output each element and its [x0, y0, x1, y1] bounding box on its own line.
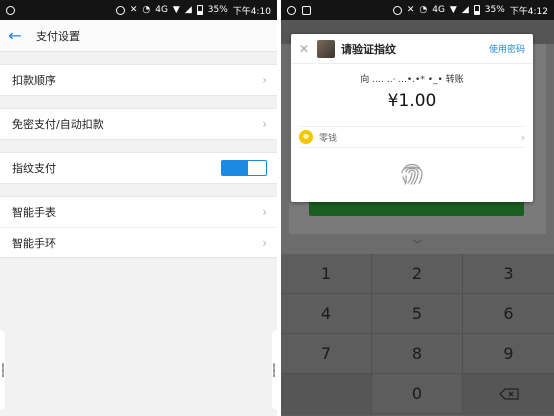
fingerprint-icon	[401, 163, 423, 185]
avatar	[317, 39, 335, 58]
status-bar: ✕ ◔ 4G ▼ ◢ 35% 下午4:10	[0, 0, 277, 20]
key-5[interactable]: 5	[372, 294, 463, 334]
recipient-name-masked: …. ..· ...•.•* •_•	[372, 75, 443, 85]
key-2[interactable]: 2	[372, 254, 463, 294]
toggle-on-indicator	[222, 161, 248, 175]
row-label: 扣款顺序	[12, 74, 56, 87]
mute-icon: ✕	[406, 4, 415, 15]
alarm-icon: ◔	[419, 4, 428, 15]
app-status-icon	[287, 5, 296, 15]
page-title: 支付设置	[36, 29, 80, 43]
row-label: 指纹支付	[12, 162, 56, 175]
close-icon[interactable]: ✕	[299, 42, 311, 56]
row-deduct-order[interactable]: 扣款顺序 ›	[0, 65, 277, 95]
group-deduct-order: 扣款顺序 ›	[0, 64, 277, 96]
key-8[interactable]: 8	[372, 334, 463, 374]
alarm-icon: ◔	[142, 4, 151, 15]
payment-method-label: 零钱	[319, 133, 338, 144]
row-label: 免密支付/自动扣款	[12, 118, 104, 131]
chevron-right-icon: ›	[262, 117, 267, 131]
key-7[interactable]: 7	[281, 334, 372, 374]
row-password-free[interactable]: 免密支付/自动扣款 ›	[0, 109, 277, 139]
dialog-header: ✕ 请验证指纹 使用密码	[291, 34, 533, 64]
handle-dots-icon	[273, 363, 275, 377]
signal-icon: ◢	[184, 4, 192, 15]
recipient-suffix: 转账	[445, 75, 464, 85]
status-bar: ✕ ◔ 4G ▼ ◢ 35% 下午4:12	[281, 0, 554, 20]
back-arrow-icon[interactable]: ←	[0, 20, 30, 52]
chevron-right-icon: ›	[262, 205, 267, 219]
key-4[interactable]: 4	[281, 294, 372, 334]
fingerprint-dialog: ✕ 请验证指纹 使用密码 向 …. ..· ...•.•* •_• 转账 ¥1.…	[291, 34, 533, 202]
fingerprint-verify-screen: ✕ ◔ 4G ▼ ◢ 35% 下午4:12 ﹀ 1 2 3 4 5 6 7 8 …	[281, 0, 554, 416]
key-6[interactable]: 6	[463, 294, 554, 334]
group-password-free: 免密支付/自动扣款 ›	[0, 108, 277, 140]
payment-method-row[interactable]: 零钱 ›	[299, 126, 525, 148]
row-label: 智能手环	[12, 236, 56, 250]
group-wearables: 智能手表 › 智能手环 ›	[0, 196, 277, 258]
key-1[interactable]: 1	[281, 254, 372, 294]
key-3[interactable]: 3	[463, 254, 554, 294]
key-0[interactable]: 0	[372, 374, 463, 414]
number-keypad: 1 2 3 4 5 6 7 8 9 0	[281, 254, 554, 416]
app-header: ← 支付设置	[0, 20, 277, 52]
mute-icon: ✕	[129, 4, 138, 15]
transfer-amount: ¥1.00	[387, 91, 437, 111]
use-password-link[interactable]: 使用密码	[489, 42, 525, 55]
keyboard-collapse-chevron-icon[interactable]: ﹀	[281, 236, 554, 251]
backspace-icon	[498, 387, 519, 400]
group-fingerprint: 指纹支付	[0, 152, 277, 184]
row-label: 智能手表	[12, 206, 56, 219]
do-not-disturb-icon	[392, 5, 402, 15]
chevron-right-icon: ›	[520, 130, 525, 144]
network-type: 4G	[432, 4, 445, 15]
dialog-title: 请验证指纹	[341, 42, 396, 56]
battery-icon	[196, 5, 203, 15]
battery-icon	[473, 5, 480, 15]
image-icon	[302, 5, 311, 15]
chevron-right-icon: ›	[262, 235, 267, 250]
clock: 下午4:10	[232, 6, 271, 17]
recipient-line: 向 …. ..· ...•.•* •_• 转账	[291, 72, 533, 85]
battery-level: 35%	[484, 5, 505, 15]
coin-icon	[299, 130, 313, 144]
fingerprint-area	[291, 158, 533, 188]
key-blank	[281, 374, 372, 414]
clock: 下午4:12	[509, 6, 548, 17]
row-smart-band[interactable]: 智能手环 ›	[0, 227, 277, 257]
chevron-right-icon: ›	[262, 73, 267, 87]
row-fingerprint-pay: 指纹支付	[0, 153, 277, 183]
recipient-prefix: 向	[360, 75, 370, 85]
wifi-icon: ▼	[172, 4, 180, 15]
handle-dots-icon	[2, 363, 4, 377]
payment-settings-screen: ✕ ◔ 4G ▼ ◢ 35% 下午4:10 ← 支付设置 扣款顺序 › 免密支付…	[0, 0, 277, 416]
app-status-icon	[6, 5, 15, 15]
network-type: 4G	[155, 4, 168, 15]
do-not-disturb-icon	[115, 5, 125, 15]
battery-level: 35%	[207, 5, 228, 15]
backspace-key[interactable]	[463, 374, 554, 414]
fingerprint-toggle[interactable]	[221, 160, 267, 176]
row-smart-watch[interactable]: 智能手表 ›	[0, 197, 277, 227]
signal-icon: ◢	[461, 4, 469, 15]
wifi-icon: ▼	[449, 4, 457, 15]
key-9[interactable]: 9	[463, 334, 554, 374]
